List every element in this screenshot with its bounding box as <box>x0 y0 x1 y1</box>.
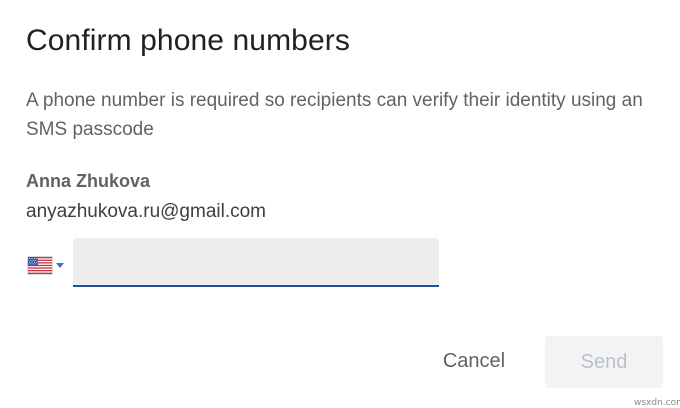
phone-number-field <box>73 238 439 287</box>
recipient-email: anyazhukova.ru@gmail.com <box>26 201 267 222</box>
watermark: wsxdn.com <box>634 398 680 408</box>
confirm-phone-dialog: Confirm phone numbers A phone number is … <box>0 0 680 408</box>
dialog-title: Confirm phone numbers <box>26 24 350 57</box>
us-flag-icon <box>28 256 52 274</box>
send-button[interactable]: Send <box>545 336 663 388</box>
chevron-down-icon <box>56 262 64 268</box>
dialog-description: A phone number is required so recipients… <box>26 90 643 140</box>
phone-number-input[interactable] <box>73 238 439 285</box>
country-code-dropdown[interactable] <box>28 254 68 276</box>
cancel-button[interactable]: Cancel <box>426 338 522 384</box>
recipient-name: Anna Zhukova <box>26 171 151 191</box>
